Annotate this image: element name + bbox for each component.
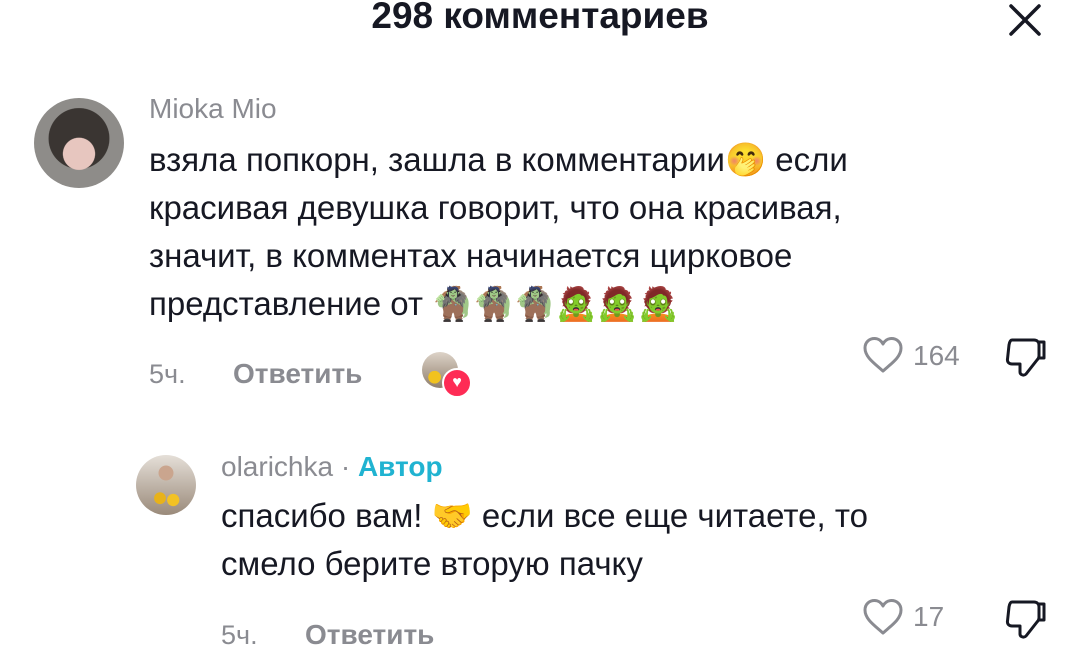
- creator-liked-indicator: ♥: [422, 352, 472, 398]
- avatar[interactable]: [136, 455, 196, 515]
- close-icon: [1009, 4, 1041, 36]
- thumbs-down-icon: [1005, 600, 1046, 639]
- like-count: 17: [913, 601, 945, 632]
- comment-username[interactable]: Mioka Mio: [149, 92, 277, 126]
- reply-username[interactable]: olarichka: [221, 451, 333, 482]
- reply-text: спасибо вам! 🤝 если все еще читаете, то …: [221, 497, 868, 582]
- thumbs-down-icon: [1005, 338, 1046, 377]
- comment-text: взяла попкорн, зашла в комментарии🤭 если…: [149, 141, 848, 322]
- reply-button[interactable]: Ответить: [233, 357, 362, 391]
- avatar[interactable]: [34, 98, 124, 188]
- like-count: 164: [913, 340, 960, 371]
- heart-outline-icon: [863, 337, 903, 373]
- reply-time: 5ч.: [221, 620, 258, 650]
- reply-username-line: olarichka · Автор: [221, 450, 443, 484]
- comment-time: 5ч.: [149, 359, 186, 389]
- heart-filled-icon: ♥: [442, 368, 472, 398]
- heart-outline-icon: [863, 599, 903, 635]
- like-button[interactable]: [862, 598, 904, 641]
- author-badge: Автор: [357, 451, 443, 482]
- dislike-button[interactable]: [1004, 336, 1048, 383]
- comments-header-title: 298 комментариев: [371, 0, 709, 36]
- like-button[interactable]: [862, 336, 904, 379]
- close-button[interactable]: [1000, 0, 1050, 40]
- reply-button[interactable]: Ответить: [305, 618, 434, 652]
- dislike-button[interactable]: [1004, 598, 1048, 645]
- username-separator: ·: [340, 451, 351, 482]
